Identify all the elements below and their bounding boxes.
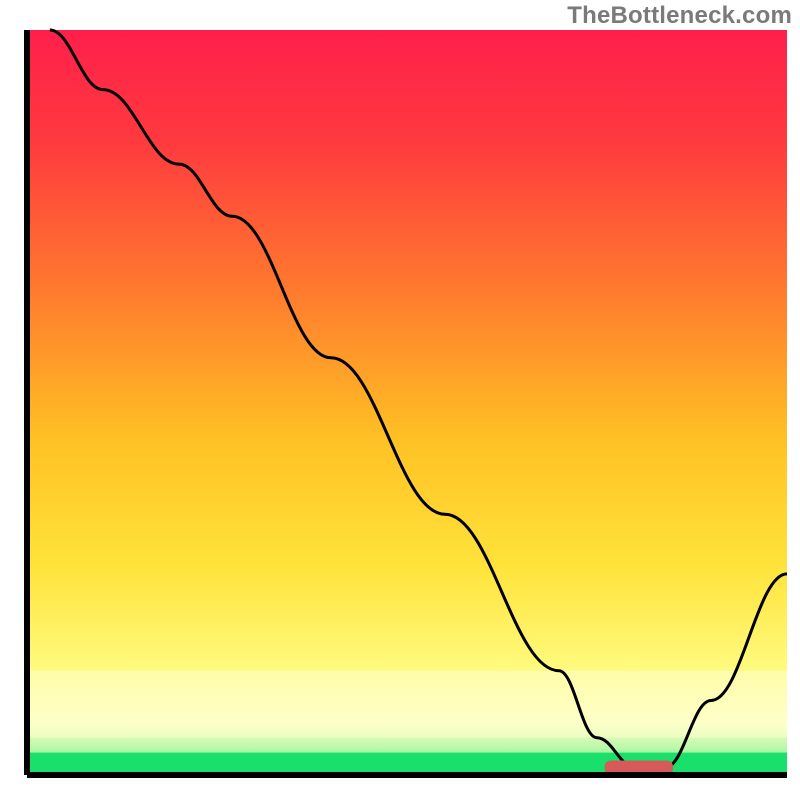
pale-band bbox=[27, 671, 787, 738]
chart-container: TheBottleneck.com bbox=[0, 0, 800, 800]
plot-background bbox=[27, 30, 787, 775]
watermark-text: TheBottleneck.com bbox=[567, 2, 792, 30]
bottleneck-chart bbox=[0, 0, 800, 800]
